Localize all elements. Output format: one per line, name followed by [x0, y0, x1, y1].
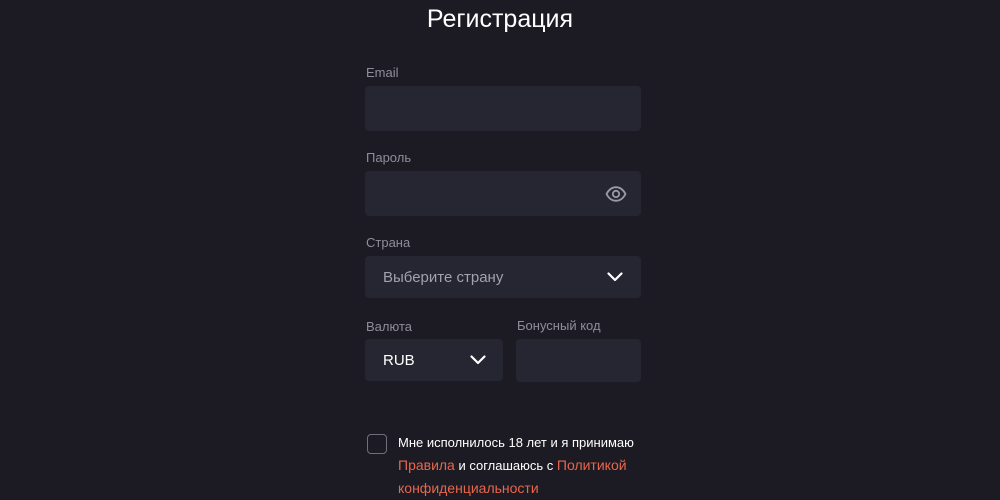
password-label: Пароль — [366, 150, 412, 165]
email-field[interactable] — [365, 86, 641, 131]
chevron-down-icon — [607, 272, 623, 282]
page-title: Регистрация — [426, 5, 574, 33]
agreement-text: Мне исполнилось 18 лет и я принимаю Прав… — [398, 432, 658, 500]
password-field[interactable] — [365, 171, 641, 216]
rules-link[interactable]: Правила — [398, 457, 455, 473]
email-field-wrapper — [365, 86, 641, 131]
password-field-wrapper — [365, 171, 641, 216]
currency-label: Валюта — [366, 319, 412, 334]
agreement-checkbox[interactable] — [367, 434, 387, 454]
chevron-down-icon — [470, 355, 486, 365]
country-label: Страна — [366, 235, 411, 250]
currency-value: RUB — [383, 351, 415, 369]
currency-select[interactable]: RUB — [365, 339, 503, 381]
agreement-text-part-2: и соглашаюсь с — [454, 458, 557, 473]
bonus-code-label: Бонусный код — [517, 318, 601, 333]
bonus-code-field-wrapper — [516, 339, 641, 382]
agreement-text-part-1: Мне исполнилось 18 лет и я принимаю — [398, 435, 634, 450]
registration-page: Регистрация Email Пароль Страна Выберите… — [0, 0, 1000, 500]
email-label: Email — [366, 65, 399, 80]
bonus-code-field[interactable] — [516, 339, 641, 382]
eye-icon[interactable] — [605, 185, 627, 202]
country-select[interactable]: Выберите страну — [365, 256, 641, 298]
country-placeholder: Выберите страну — [383, 268, 504, 286]
